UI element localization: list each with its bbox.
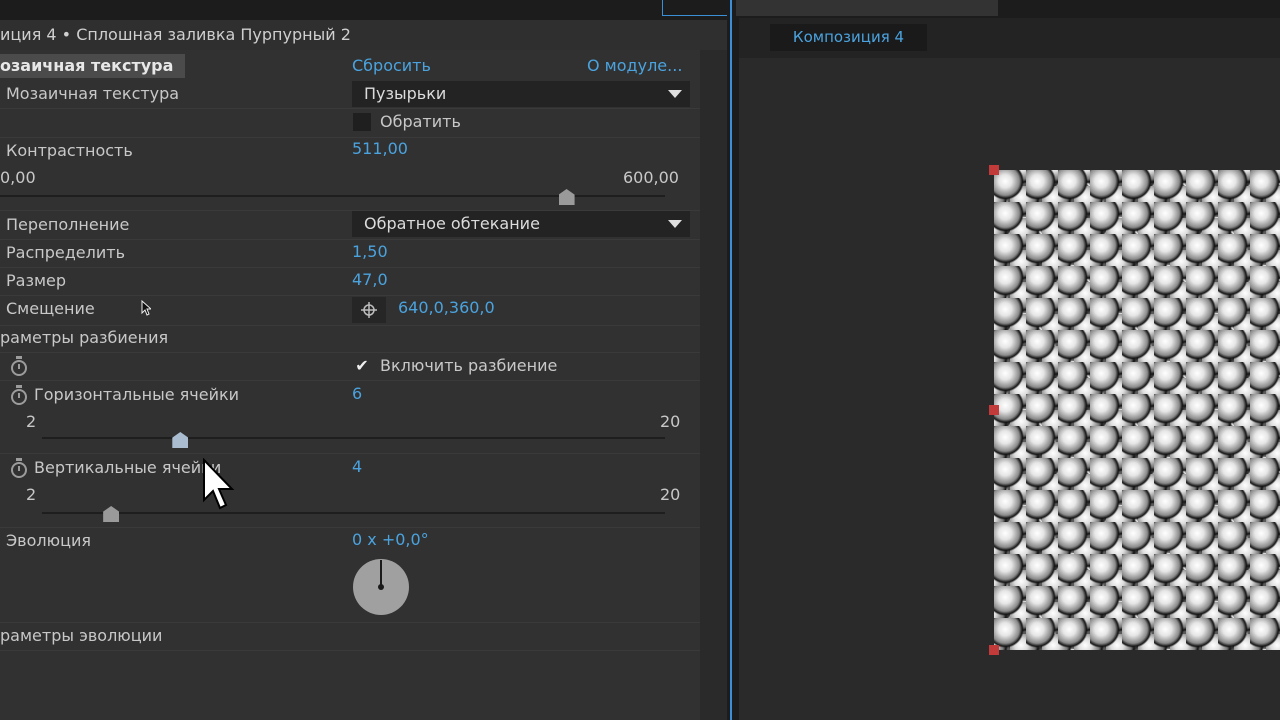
about-link[interactable]: О модуле... bbox=[587, 56, 682, 75]
contrast-value[interactable]: 511,00 bbox=[352, 139, 408, 158]
tiling-group-label[interactable]: раметры разбиения bbox=[0, 328, 168, 347]
row-divider bbox=[0, 239, 700, 240]
v-cells-slider-track[interactable] bbox=[42, 512, 665, 514]
contrast-label: Контрастность bbox=[6, 141, 133, 160]
composition-tab[interactable]: Композиция 4 bbox=[770, 24, 927, 51]
panel-header-title: иция 4 • Сплошная заливка Пурпурный 2 bbox=[0, 25, 351, 44]
texture-value: Пузырьки bbox=[364, 84, 447, 103]
panel-scrollbar[interactable] bbox=[700, 50, 727, 720]
overflow-dropdown[interactable]: Обратное обтекание bbox=[352, 211, 690, 237]
arrow-cursor-icon bbox=[141, 300, 151, 316]
h-cells-max: 20 bbox=[660, 412, 681, 431]
crosshair-icon bbox=[361, 302, 377, 318]
contrast-min: 0,00 bbox=[0, 168, 36, 187]
h-cells-slider-track[interactable] bbox=[42, 437, 665, 439]
row-divider bbox=[0, 650, 700, 651]
dropdown-caret-icon bbox=[668, 220, 682, 228]
row-divider bbox=[0, 108, 700, 109]
texture-label: Мозаичная текстура bbox=[6, 84, 180, 103]
panel-divider-highlight bbox=[730, 0, 732, 720]
spread-label: Распределить bbox=[6, 243, 125, 262]
row-divider bbox=[0, 325, 700, 326]
v-cells-label: Вертикальные ячейки bbox=[34, 458, 222, 477]
offset-value[interactable]: 640,0,360,0 bbox=[398, 298, 495, 317]
texture-dropdown[interactable]: Пузырьки bbox=[352, 81, 690, 107]
checkmark-icon: ✔ bbox=[355, 356, 369, 375]
enable-tiling-checkbox[interactable]: ✔ bbox=[353, 357, 371, 375]
overflow-label: Переполнение bbox=[6, 215, 130, 234]
invert-label: Обратить bbox=[380, 112, 461, 131]
panel-header: иция 4 • Сплошная заливка Пурпурный 2 bbox=[0, 20, 727, 50]
evolution-value[interactable]: 0 x +0,0° bbox=[352, 530, 429, 549]
arrow-cursor-icon bbox=[203, 458, 235, 510]
dropdown-caret-icon bbox=[668, 90, 682, 98]
panel-divider[interactable] bbox=[727, 0, 739, 720]
row-divider bbox=[0, 380, 700, 381]
invert-checkbox[interactable] bbox=[353, 113, 371, 131]
angle-dial-icon bbox=[353, 559, 409, 615]
v-cells-value[interactable]: 4 bbox=[352, 457, 362, 476]
reset-link[interactable]: Сбросить bbox=[352, 56, 431, 75]
v-cells-max: 20 bbox=[660, 485, 681, 504]
enable-tiling-label: Включить разбиение bbox=[380, 356, 558, 375]
composition-canvas[interactable] bbox=[994, 170, 1280, 650]
size-label: Размер bbox=[6, 271, 67, 290]
layer-handle-middle-left[interactable] bbox=[989, 405, 999, 415]
viewer-top-tab[interactable] bbox=[736, 0, 998, 16]
layer-handle-bottom-left[interactable] bbox=[989, 645, 999, 655]
offset-label: Смещение bbox=[6, 299, 95, 318]
evolution-label: Эволюция bbox=[6, 531, 91, 550]
layer-handle-top-left[interactable] bbox=[989, 165, 999, 175]
row-divider bbox=[0, 622, 700, 623]
active-tab-indicator[interactable] bbox=[662, 0, 728, 16]
row-divider bbox=[0, 527, 700, 528]
row-divider bbox=[0, 267, 700, 268]
row-divider bbox=[0, 453, 700, 454]
effect-name: озаичная текстура bbox=[0, 56, 174, 75]
row-divider bbox=[0, 352, 700, 353]
evolution-group-label[interactable]: раметры эволюции bbox=[0, 626, 162, 645]
overflow-value: Обратное обтекание bbox=[364, 214, 540, 233]
panel-tab-strip bbox=[0, 0, 727, 20]
h-cells-min: 2 bbox=[26, 412, 37, 431]
stopwatch-icon[interactable] bbox=[11, 356, 27, 376]
contrast-max: 600,00 bbox=[623, 168, 679, 187]
h-cells-value[interactable]: 6 bbox=[352, 384, 362, 403]
spread-value[interactable]: 1,50 bbox=[352, 242, 388, 261]
row-divider bbox=[0, 137, 700, 138]
stopwatch-icon[interactable] bbox=[11, 458, 27, 478]
row-divider bbox=[0, 295, 700, 296]
evolution-dial[interactable] bbox=[352, 558, 410, 616]
crosshair-button[interactable] bbox=[352, 297, 386, 323]
v-cells-min: 2 bbox=[26, 485, 37, 504]
h-cells-label: Горизонтальные ячейки bbox=[34, 385, 240, 404]
effect-controls-panel: иция 4 • Сплошная заливка Пурпурный 2 оз… bbox=[0, 0, 728, 720]
effect-name-box[interactable]: озаичная текстура bbox=[0, 54, 185, 78]
stopwatch-icon[interactable] bbox=[11, 385, 27, 405]
size-value[interactable]: 47,0 bbox=[352, 270, 388, 289]
